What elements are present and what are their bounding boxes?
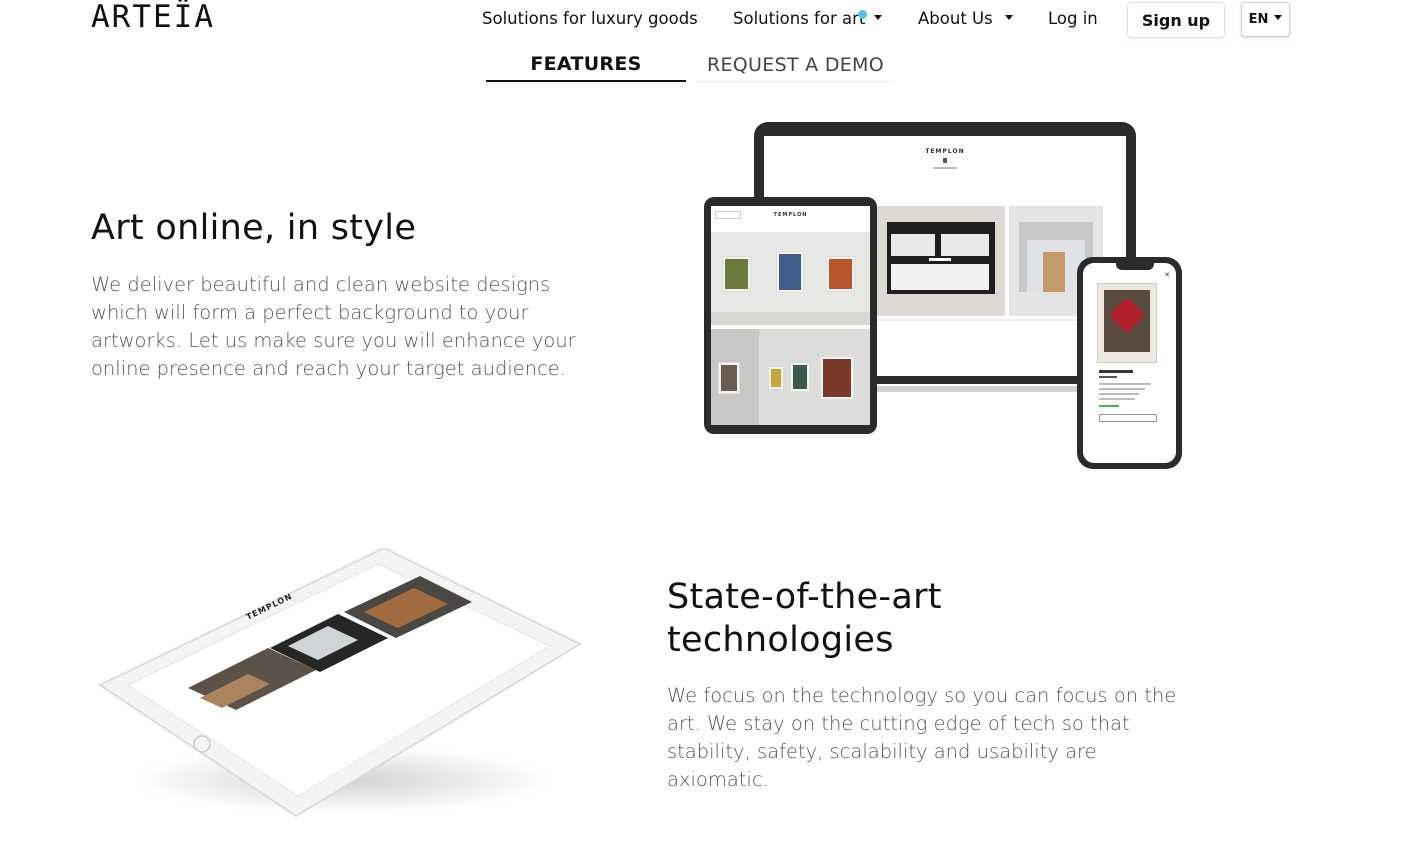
- section-title-art-online: Art online, in style: [91, 208, 417, 248]
- tablet-illustration: TEMPLON: [704, 197, 877, 434]
- login-link[interactable]: Log in: [1048, 8, 1098, 30]
- chevron-down-icon: [1004, 15, 1013, 20]
- section-text-state-of-the-art: We focus on the technology so you can fo…: [667, 684, 1177, 791]
- login-label: Log in: [1048, 9, 1098, 28]
- tab-features[interactable]: FEATURES: [486, 48, 686, 82]
- tab-features-label: FEATURES: [530, 53, 642, 75]
- devices-mockup-image: TEMPLON TEMPLON ✕: [700, 120, 1190, 472]
- language-select[interactable]: EN: [1241, 2, 1290, 37]
- section-text-art-online: We deliver beautiful and clean website d…: [91, 273, 576, 380]
- nav-solutions-luxury-goods[interactable]: Solutions for luxury goods: [482, 8, 698, 30]
- arteia-logo[interactable]: ARTEÏA: [91, 0, 215, 34]
- chevron-down-icon: [1274, 15, 1283, 20]
- chevron-down-icon: [874, 15, 883, 20]
- mockup-brand-label: TEMPLON: [925, 148, 965, 155]
- ipad-mockup-image: TEMPLON: [98, 548, 583, 818]
- nav-solutions-luxury-goods-label: Solutions for luxury goods: [482, 9, 698, 28]
- tab-request-demo[interactable]: REQUEST A DEMO: [696, 48, 895, 82]
- phone-illustration: ✕: [1077, 257, 1182, 469]
- tab-request-demo-label: REQUEST A DEMO: [707, 53, 884, 76]
- notification-dot-icon: [858, 10, 867, 19]
- nav-about-us[interactable]: About Us: [918, 8, 1013, 30]
- section-title-state-of-the-art: State-of-the-art technologies: [667, 577, 942, 660]
- signup-label: Sign up: [1141, 10, 1211, 30]
- language-label: EN: [1248, 12, 1269, 27]
- signup-button[interactable]: Sign up: [1127, 2, 1225, 38]
- nav-about-us-label: About Us: [918, 9, 993, 28]
- nav-solutions-for-art-label: Solutions for art: [733, 9, 866, 28]
